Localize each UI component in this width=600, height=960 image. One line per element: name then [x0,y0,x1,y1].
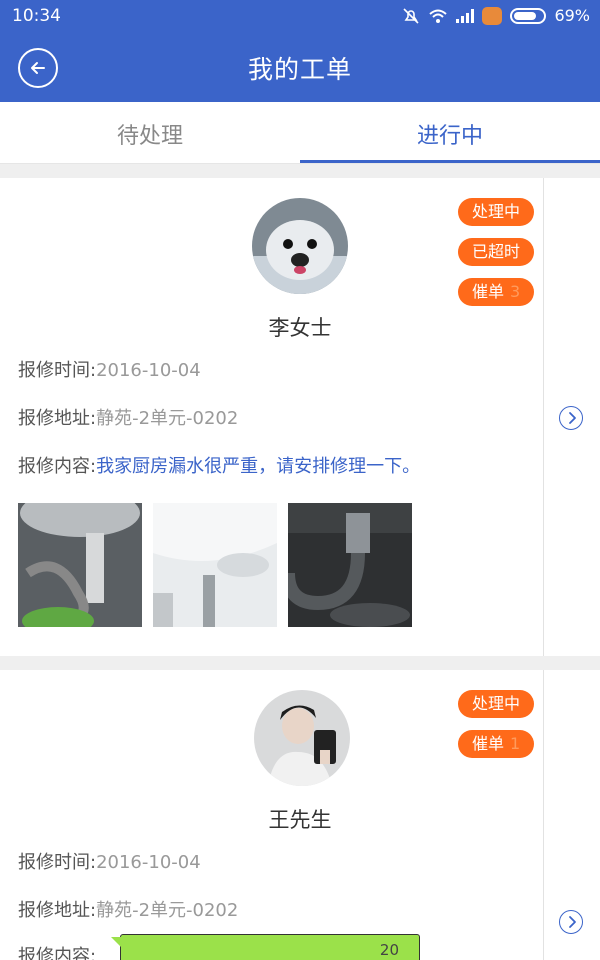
battery-icon [510,7,547,24]
repair-address-row: 报修地址:静苑-2单元-0202 [18,408,239,429]
voice-message-bubble[interactable]: 20 [111,934,420,960]
ceiling-photo[interactable] [153,503,277,627]
repair-content-row: 报修内容:我家厨房漏水很严重，请安排修理一下。 [18,456,421,477]
status-icons: 69% [402,6,590,25]
app-notification-icon [482,6,503,25]
reminder-count: 1 [510,734,521,753]
repair-address-value: 静苑-2单元-0202 [96,900,239,921]
customer-name: 王先生 [268,808,332,832]
mute-icon [403,7,420,24]
chevron-right-icon[interactable] [559,406,583,430]
tab-pending[interactable]: 待处理 [0,102,300,164]
chevron-right-icon[interactable] [559,910,583,934]
battery-percent: 69% [554,6,590,25]
status-time: 10:34 [12,6,61,26]
repair-time-row: 报修时间:2016-10-04 [18,852,201,873]
status-badge-processing: 处理中 [458,690,535,718]
order-card[interactable]: 处理中 催单 1 王先生 报修时间:2016-10-04 报修地址:静苑-2单元-… [0,670,600,960]
repair-content-value: 我家厨房漏水很严重，请安排修理一下。 [96,456,421,477]
status-badge-processing: 处理中 [458,198,535,226]
order-card[interactable]: 处理中 已超时 催单 3 李女士 报修时间:2016-10-04 报修地址:静苑-… [0,178,600,656]
status-badge-overdue: 已超时 [458,238,535,266]
drain-photo[interactable] [288,503,412,627]
signal-icon [456,8,475,23]
avatar [254,690,350,786]
tab-active-indicator [300,160,600,163]
card-divider [543,178,544,656]
customer-name: 李女士 [268,316,332,340]
repair-address-value: 静苑-2单元-0202 [96,408,239,429]
repair-time-value: 2016-10-04 [96,852,201,873]
app-bar: 我的工单 [0,34,600,102]
tab-bar: 待处理 进行中 [0,102,600,164]
reminder-badge: 催单 3 [458,278,535,306]
reminder-badge: 催单 1 [458,730,535,758]
avatar [252,198,348,294]
repair-address-row: 报修地址:静苑-2单元-0202 [18,900,239,921]
pipe-photo[interactable] [18,503,142,627]
repair-content-row: 报修内容: [18,946,97,960]
voice-duration: 20 [379,941,399,959]
status-bar: 10:34 69% [0,0,600,34]
wifi-icon [429,9,448,23]
repair-time-value: 2016-10-04 [96,360,201,381]
repair-time-row: 报修时间:2016-10-04 [18,360,201,381]
reminder-count: 3 [510,282,521,301]
page-title: 我的工单 [247,55,352,84]
tab-in-progress[interactable]: 进行中 [300,102,600,164]
